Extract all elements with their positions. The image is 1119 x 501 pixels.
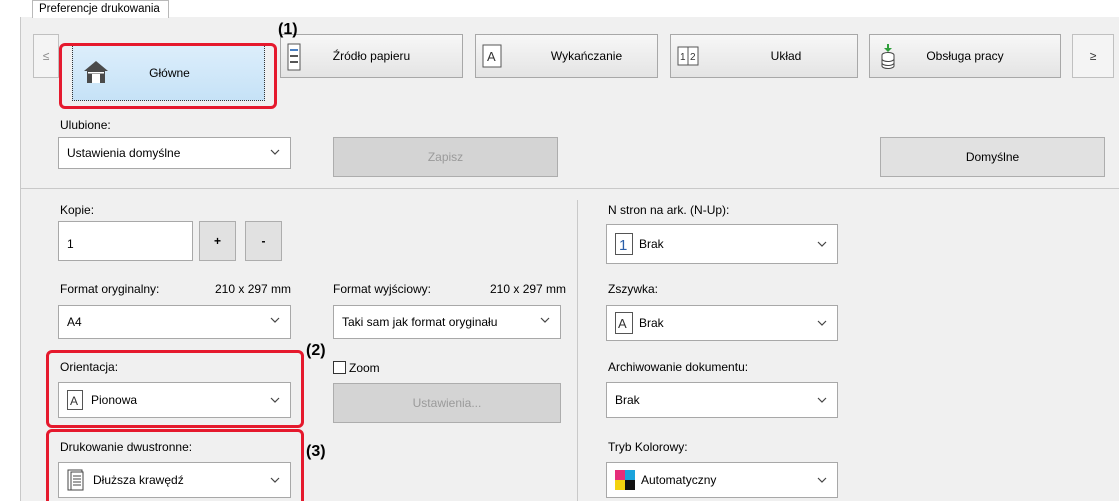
zoom-settings-button[interactable]: Ustawienia... — [333, 383, 561, 423]
copies-value: 1 — [67, 237, 74, 251]
svg-text:1: 1 — [680, 52, 686, 63]
column-divider — [577, 200, 578, 501]
chevron-down-icon — [817, 397, 827, 403]
chevron-down-icon — [270, 149, 280, 155]
highlight-box-1 — [59, 43, 277, 109]
chevron-down-icon — [540, 317, 550, 323]
chevron-down-icon — [817, 320, 827, 326]
callout-2: (2) — [306, 342, 326, 359]
original-size-label: Format oryginalny: — [60, 282, 160, 296]
toolbar-prev-button[interactable]: ≤ — [33, 34, 59, 78]
section-divider — [21, 188, 1119, 189]
svg-text:A: A — [618, 316, 627, 331]
output-size-label: Format wyjściowy: — [333, 282, 432, 296]
defaults-button[interactable]: Domyślne — [880, 137, 1105, 177]
copies-plus-button[interactable]: + — [199, 221, 236, 261]
favorites-select[interactable]: Ustawienia domyślne — [58, 137, 291, 169]
chevron-down-icon — [817, 477, 827, 483]
favorites-value: Ustawienia domyślne — [67, 146, 181, 160]
original-size-dimensions: 210 x 297 mm — [215, 282, 292, 296]
save-button[interactable]: Zapisz — [333, 137, 558, 177]
tab-zrodlo-papieru[interactable]: Źródło papieru — [280, 34, 463, 78]
tab-uklad[interactable]: 12 Układ — [670, 34, 858, 78]
highlight-box-2 — [46, 350, 304, 428]
staple-value: Brak — [639, 316, 664, 330]
copies-label: Kopie: — [60, 203, 95, 217]
zoom-label: Zoom — [349, 361, 380, 375]
color-mode-select[interactable]: Automatyczny — [606, 462, 838, 498]
color-mode-value: Automatyczny — [641, 473, 717, 487]
nup-select[interactable]: 1 Brak — [606, 224, 838, 264]
copies-minus-button[interactable]: - — [245, 221, 282, 261]
output-size-dimensions: 210 x 297 mm — [490, 282, 567, 296]
color-swatch-icon — [615, 470, 635, 490]
output-size-value: Taki sam jak format oryginału — [342, 315, 498, 329]
archive-value: Brak — [615, 393, 640, 407]
tab-zrodlo-papieru-label: Źródło papieru — [332, 49, 411, 63]
archive-select[interactable]: Brak — [606, 382, 838, 418]
tab-wykanczanie-label: Wykańczanie — [550, 49, 623, 63]
svg-text:A: A — [487, 49, 496, 64]
original-size-value: A4 — [67, 315, 82, 329]
staple-select[interactable]: A Brak — [606, 305, 838, 341]
copies-input[interactable]: 1 — [58, 221, 193, 261]
svg-text:1: 1 — [619, 237, 627, 254]
staple-icon: A — [615, 312, 633, 334]
archive-label: Archiwowanie dokumentu: — [608, 360, 749, 374]
nup-value: Brak — [639, 237, 664, 251]
tab-uklad-label: Układ — [770, 49, 802, 63]
chevron-down-icon — [817, 241, 827, 247]
tab-preferences[interactable]: Preferencje drukowania — [32, 0, 169, 18]
highlight-box-3 — [46, 429, 304, 501]
staple-label: Zszywka: — [608, 282, 659, 296]
chevron-down-icon — [270, 317, 280, 323]
tab-obsluga-pracy-label: Obsługa pracy — [926, 49, 1004, 63]
toolbar-next-button[interactable]: ≥ — [1072, 34, 1114, 78]
favorites-label: Ulubione: — [60, 118, 111, 132]
original-size-select[interactable]: A4 — [58, 305, 291, 339]
tab-obsluga-pracy[interactable]: Obsługa pracy — [869, 34, 1061, 78]
callout-1: (1) — [278, 21, 298, 38]
zoom-checkbox[interactable] — [333, 361, 346, 374]
callout-3: (3) — [306, 443, 326, 460]
tab-wykanczanie[interactable]: A Wykańczanie — [475, 34, 658, 78]
color-mode-label: Tryb Kolorowy: — [608, 440, 688, 454]
output-size-select[interactable]: Taki sam jak format oryginału — [333, 305, 561, 339]
nup-one-icon: 1 — [615, 233, 633, 255]
nup-label: N stron na ark. (N-Up): — [608, 203, 730, 217]
